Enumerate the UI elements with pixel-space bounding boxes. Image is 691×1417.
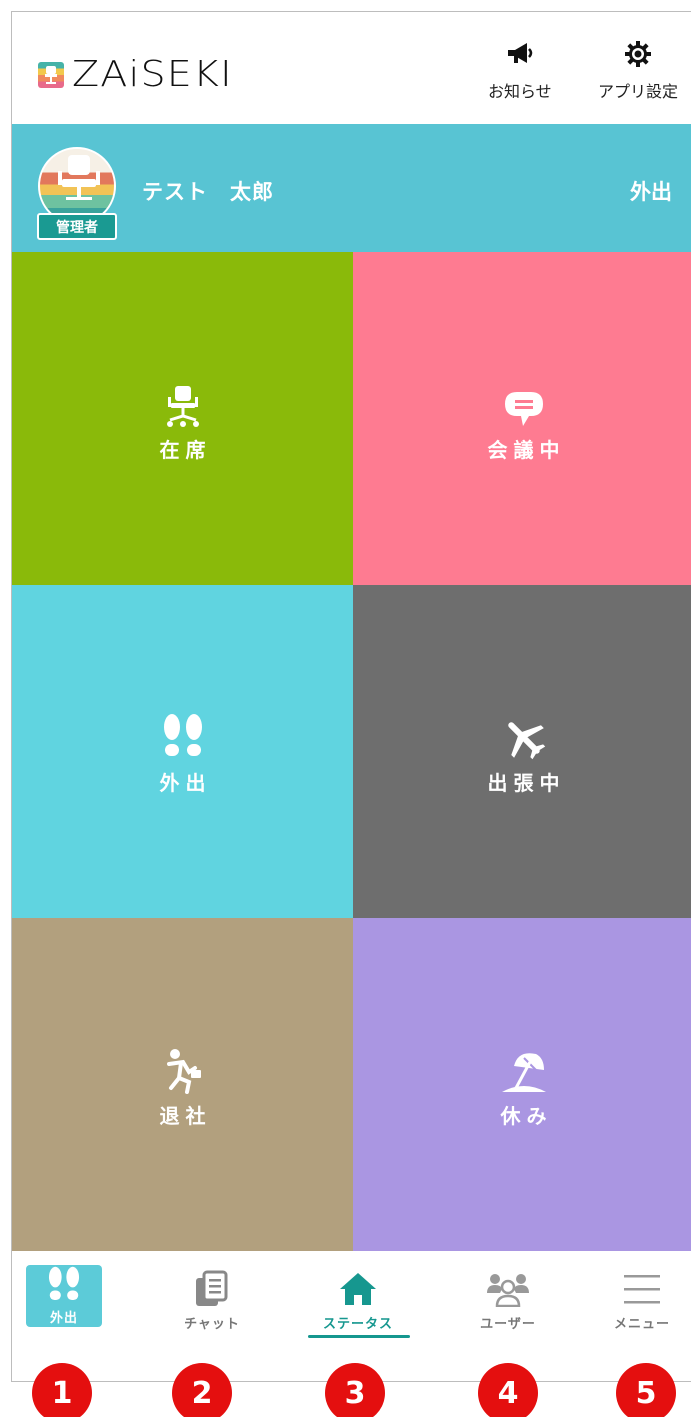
status-tile-label: 外出 <box>159 771 212 795</box>
status-tile-label: 出張中 <box>487 771 566 795</box>
marker-5: 5 <box>616 1363 676 1417</box>
app-header: ZAiSEKI お知らせ アプリ設定 <box>12 12 691 124</box>
notice-label: お知らせ <box>488 82 552 101</box>
nav-label: チャット <box>184 1316 240 1332</box>
status-tile-label: 休み <box>500 1104 553 1128</box>
office-chair-icon <box>166 386 199 427</box>
marker-1: 1 <box>32 1363 92 1417</box>
footprints-icon <box>48 1266 80 1300</box>
airplane-icon <box>507 722 545 760</box>
home-icon <box>340 1272 376 1305</box>
app-frame: ZAiSEKI お知らせ アプリ設定 管理者 テスト 太郎 外出 在席 会議中 … <box>11 11 691 1382</box>
footprints-icon <box>163 714 202 756</box>
status-tile-out[interactable]: 外出 <box>12 585 353 918</box>
marker-3: 3 <box>325 1363 385 1417</box>
user-bar: 管理者 テスト 太郎 外出 <box>12 124 691 252</box>
app-settings-label: アプリ設定 <box>598 82 679 101</box>
status-tile-label: 在席 <box>159 438 212 462</box>
nav-label: メニュー <box>613 1316 670 1332</box>
megaphone-icon <box>507 43 533 63</box>
user-current-status: 外出 <box>630 180 672 204</box>
nav-status-page[interactable]: ステータス <box>308 1263 408 1339</box>
app-logo: ZAiSEKI <box>38 54 232 95</box>
chat-document-icon <box>196 1270 228 1306</box>
nav-label: 外出 <box>49 1310 78 1326</box>
status-tile-label: 退社 <box>159 1104 212 1128</box>
hamburger-icon <box>624 1274 660 1303</box>
running-person-icon <box>166 1049 201 1094</box>
logo-text: ZAiSEKI <box>72 54 233 95</box>
status-tile-day-off[interactable]: 休み <box>353 918 691 1251</box>
status-tile-label: 会議中 <box>487 438 566 462</box>
user-name: テスト 太郎 <box>142 180 274 204</box>
nav-users[interactable]: ユーザー <box>458 1263 558 1339</box>
marker-4: 4 <box>478 1363 538 1417</box>
active-tab-indicator <box>308 1335 410 1338</box>
marker-2: 2 <box>172 1363 232 1417</box>
role-badge: 管理者 <box>37 213 117 240</box>
nav-label: ユーザー <box>480 1316 536 1332</box>
status-grid: 在席 会議中 外出 出張中 退社 休み <box>12 252 691 1251</box>
nav-chat[interactable]: チャット <box>162 1263 262 1339</box>
status-tile-present[interactable]: 在席 <box>12 252 353 585</box>
app-settings-button[interactable]: アプリ設定 <box>598 34 678 102</box>
speech-bubble-icon <box>504 392 543 426</box>
logo-mark-icon <box>38 61 64 88</box>
status-tile-meeting[interactable]: 会議中 <box>353 252 691 585</box>
nav-label: ステータス <box>322 1316 393 1332</box>
users-icon <box>487 1273 529 1307</box>
nav-current-status[interactable]: 外出 <box>26 1265 102 1327</box>
gear-icon <box>625 41 651 67</box>
status-tile-left-office[interactable]: 退社 <box>12 918 353 1251</box>
nav-menu[interactable]: メニュー <box>592 1263 691 1339</box>
status-tile-business-trip[interactable]: 出張中 <box>353 585 691 918</box>
notice-button[interactable]: お知らせ <box>488 34 552 102</box>
beach-umbrella-icon <box>501 1053 546 1092</box>
